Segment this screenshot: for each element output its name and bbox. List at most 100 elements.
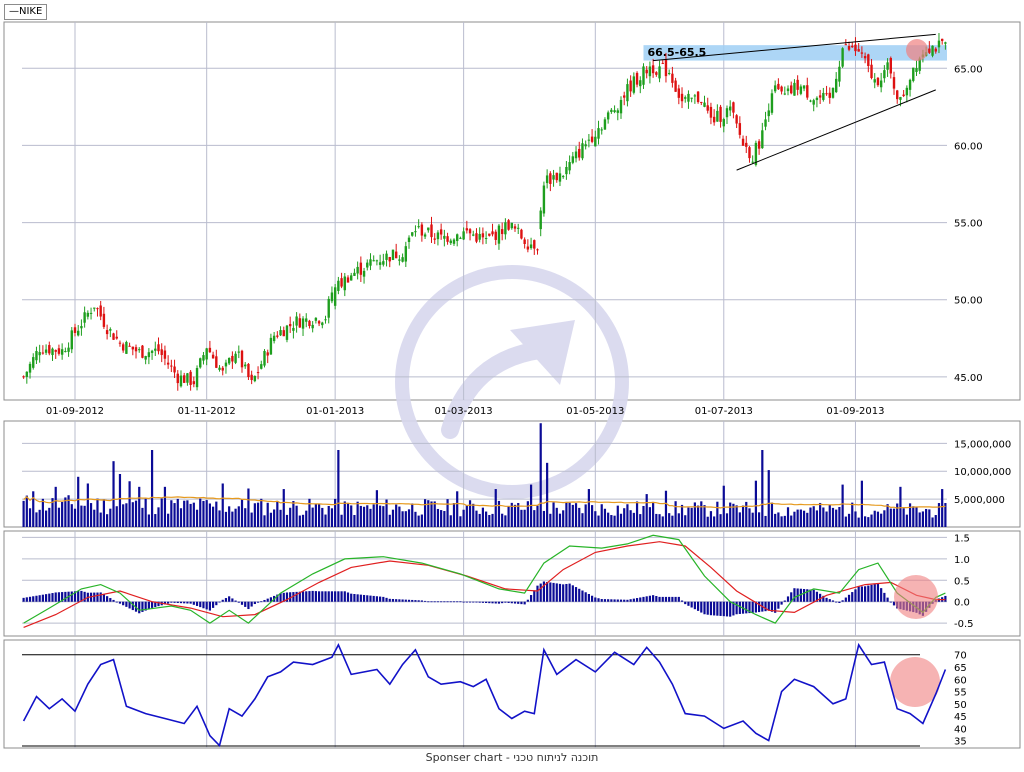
volume-bar — [741, 505, 745, 527]
macd-hist-bar — [491, 601, 494, 604]
candle-body — [497, 225, 501, 244]
volume-bar — [568, 502, 571, 527]
volume-bar — [459, 516, 462, 527]
candle-body — [574, 151, 578, 159]
macd-hist-bar — [497, 601, 501, 604]
volume-bar — [844, 516, 847, 527]
candle-body — [22, 376, 25, 378]
macd-hist-bar — [170, 601, 173, 603]
macd-hist-bar — [93, 592, 96, 602]
macd-hist-bar — [218, 601, 221, 603]
price-tick-label: 50.00 — [954, 296, 983, 307]
macd-hist-bar — [231, 598, 234, 602]
candle-body — [285, 325, 289, 340]
macd-hist-bar — [716, 601, 719, 616]
volume-bar — [183, 500, 186, 527]
candle-body — [931, 45, 934, 56]
macd-hist-bar — [427, 601, 430, 603]
volume-bar — [154, 514, 157, 527]
macd-hist-bar — [340, 591, 343, 602]
candle-body — [102, 313, 106, 327]
macd-hist-bar — [423, 600, 427, 602]
macd-hist-bar — [863, 586, 867, 602]
macd-hist-bar — [658, 596, 661, 602]
volume-bar — [327, 505, 330, 527]
volume-bar — [574, 503, 578, 527]
candle-body — [616, 110, 619, 113]
volume-bar — [899, 486, 902, 527]
candle-body — [305, 318, 308, 322]
macd-hist-bar — [844, 597, 847, 602]
volume-bar — [221, 483, 224, 527]
volume-bar — [764, 515, 767, 527]
candle-body — [269, 337, 273, 355]
macd-hist-bar — [835, 601, 838, 603]
macd-hist-bar — [603, 599, 607, 602]
volume-bar — [138, 486, 141, 527]
candle-body — [67, 347, 70, 352]
volume-bar — [285, 514, 289, 527]
volume-bar — [22, 500, 25, 527]
macd-hist-bar — [693, 601, 696, 610]
macd-hist-bar — [388, 598, 391, 602]
macd-hist-bar — [587, 594, 590, 602]
macd-hist-bar — [221, 599, 224, 602]
macd-hist-bar — [215, 601, 218, 606]
volume-bar — [488, 515, 491, 527]
candle-body — [899, 97, 902, 100]
candle-body — [504, 222, 507, 235]
candle-body — [32, 357, 35, 368]
candle-body — [908, 79, 912, 90]
volume-bar — [356, 501, 359, 527]
candle-body — [350, 275, 353, 281]
volume-tick-label: 5,000,000 — [954, 495, 1005, 506]
volume-bar — [831, 507, 835, 527]
candle-body — [346, 277, 350, 283]
volume-bar — [234, 508, 237, 527]
candle-body — [725, 108, 729, 118]
candle-body — [333, 287, 337, 306]
candle-body — [928, 48, 931, 53]
volume-bar — [192, 502, 195, 527]
volume-bar — [889, 508, 892, 527]
volume-bar — [799, 509, 802, 527]
volume-bar — [690, 507, 693, 527]
candle-body — [224, 362, 228, 367]
volume-bar — [109, 508, 112, 527]
candle-body — [799, 86, 803, 94]
macd-hist-bar — [661, 596, 664, 602]
candle-body — [157, 344, 160, 352]
macd-hist-bar — [77, 591, 80, 602]
candle-body — [542, 185, 546, 214]
volume-bar — [655, 513, 658, 527]
candle-body — [263, 350, 266, 366]
candle-body — [809, 100, 812, 102]
volume-bar — [228, 506, 231, 527]
macd-tick-label: 0.5 — [954, 576, 970, 587]
candle-body — [57, 348, 61, 354]
macd-hist-bar — [260, 601, 263, 603]
volume-bar — [674, 501, 677, 527]
chart-root: 45.00 50.00 55.00 60.00 65.00 01-09-2012 01-11… — [0, 0, 1024, 768]
candle-body — [35, 351, 38, 361]
candle-body — [260, 364, 263, 369]
candle-body — [179, 375, 183, 387]
macd-hist-bar — [735, 601, 738, 615]
volume-bar — [863, 516, 867, 527]
candle-body — [131, 346, 135, 350]
candle-body — [513, 226, 517, 229]
volume-bar — [767, 470, 770, 527]
candle-body — [83, 312, 86, 323]
candle-body — [831, 87, 835, 98]
macd-hist-bar — [501, 601, 504, 604]
macd-hist-bar — [883, 592, 886, 602]
volume-bar — [237, 506, 240, 527]
macd-hist-bar — [38, 595, 41, 602]
candle-body — [600, 129, 603, 131]
date-tick-label: 01-09-2012 — [46, 406, 104, 417]
macd-hist-bar — [102, 594, 106, 602]
volume-bar — [494, 489, 497, 527]
candle-body — [481, 233, 485, 238]
macd-hist-bar — [414, 600, 417, 602]
volume-bar — [404, 511, 407, 527]
